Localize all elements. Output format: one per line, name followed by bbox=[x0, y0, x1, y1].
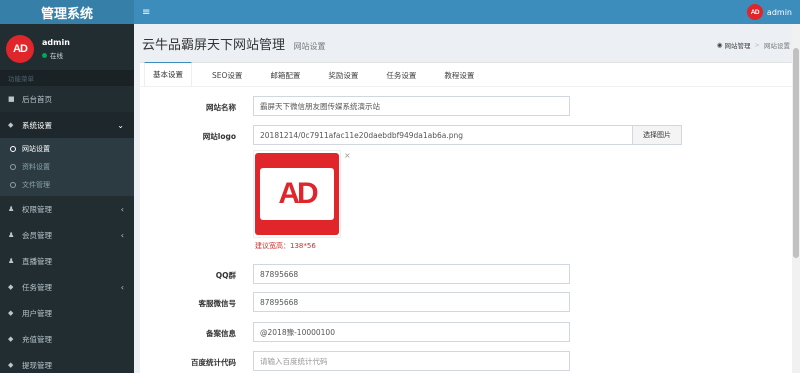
wechat-input[interactable]: 87895668 bbox=[253, 292, 570, 312]
sidebar-item-label: 直播管理 bbox=[22, 256, 52, 266]
dashboard-icon: ◆ bbox=[8, 335, 14, 343]
wechat-row: 客服微信号 87895668 bbox=[140, 292, 792, 314]
tab-rewards[interactable]: 奖励设置 bbox=[320, 63, 366, 87]
sidebar-item-home[interactable]: ■ 后台首页 bbox=[0, 86, 134, 112]
sidebar-subitem-profile-settings[interactable]: 资料设置 bbox=[0, 158, 134, 176]
scrollbar-thumb[interactable] bbox=[793, 48, 799, 258]
sidebar-item-system-settings[interactable]: ◆ 系统设置 ⌄ bbox=[0, 112, 134, 138]
menu-toggle-icon[interactable]: ≡ bbox=[142, 7, 150, 18]
site-name-input[interactable]: 霸屏天下微信朋友圈传媒系统演示站 bbox=[253, 96, 570, 116]
sidebar-subitem-site-settings[interactable]: 网站设置 bbox=[0, 140, 134, 158]
top-user-name: admin bbox=[766, 7, 792, 17]
user-status: 在线 bbox=[42, 50, 70, 60]
sidebar-item-label: 提现管理 bbox=[22, 360, 52, 370]
topbar: ≡ AD admin bbox=[134, 0, 800, 24]
online-dot-icon bbox=[42, 52, 47, 58]
page-scrollbar[interactable] bbox=[792, 24, 800, 373]
nav-section-label: 功能菜单 bbox=[0, 70, 134, 86]
sidebar-item-label: 任务管理 bbox=[22, 282, 52, 292]
sidebar-subitem-label: 文件管理 bbox=[22, 181, 50, 189]
sidebar-item-label: 后台首页 bbox=[22, 94, 52, 104]
sidebar-subitem-file-management[interactable]: 文件管理 bbox=[0, 176, 134, 194]
dashboard-icon: ◆ bbox=[8, 283, 14, 291]
user-status-text: 在线 bbox=[50, 52, 63, 60]
breadcrumb-item[interactable]: 网站管理 bbox=[725, 40, 751, 50]
sidebar-item-label: 充值管理 bbox=[22, 334, 52, 344]
chevron-left-icon: ‹ bbox=[120, 282, 124, 292]
tab-seo[interactable]: SEO设置 bbox=[204, 63, 250, 87]
baidu-row: 百度统计代码 请输入百度统计代码 bbox=[140, 351, 792, 373]
baidu-stats-input[interactable]: 请输入百度统计代码 bbox=[253, 351, 570, 371]
logo-path-input[interactable]: 20181214/0c7911afac11e20daebdbf949da1ab6… bbox=[253, 125, 633, 145]
breadcrumb: ◉ 网站管理 > 网站设置 bbox=[717, 40, 790, 50]
users-icon: ♟ bbox=[8, 257, 15, 265]
tab-tutorial[interactable]: 教程设置 bbox=[436, 63, 482, 87]
logo-size-hint: 建议宽高：138*56 bbox=[255, 242, 316, 250]
sidebar-item-withdraw[interactable]: ◆ 提现管理 bbox=[0, 352, 134, 373]
dashboard-icon: ◉ bbox=[716, 41, 725, 49]
tab-basic[interactable]: 基本设置 bbox=[144, 62, 192, 86]
baidu-label: 百度统计代码 bbox=[191, 358, 236, 367]
qq-label: QQ群 bbox=[215, 271, 236, 280]
avatar: AD bbox=[746, 4, 763, 20]
site-name-row: 网站名称 霸屏天下微信朋友圈传媒系统演示站 bbox=[140, 96, 792, 118]
page-title: 云牛品霸屏天下网站管理 bbox=[142, 38, 286, 53]
user-name: admin bbox=[42, 38, 70, 47]
sidebar: 管理系统 AD admin 在线 功能菜单 ■ 后台首页 ◆ 系统设置 ⌄ 网站… bbox=[0, 0, 134, 373]
remove-image-icon[interactable]: × bbox=[344, 151, 351, 160]
sidebar-item-label: 会员管理 bbox=[22, 230, 52, 240]
icp-input[interactable]: @2018豫-10000100 bbox=[253, 322, 570, 342]
logo-row: 网站logo 20181214/0c7911afac11e20daebdbf94… bbox=[140, 125, 792, 147]
logo-preview-image: AD bbox=[255, 153, 339, 235]
circle-icon bbox=[10, 164, 16, 170]
chevron-left-icon: ‹ bbox=[120, 230, 124, 240]
app-logo[interactable]: 管理系统 bbox=[0, 0, 134, 24]
tab-tasks[interactable]: 任务设置 bbox=[378, 63, 424, 87]
icp-label: 备案信息 bbox=[206, 329, 236, 338]
qq-input[interactable]: 87895668 bbox=[253, 264, 570, 284]
dashboard-icon: ◆ bbox=[8, 361, 14, 369]
wechat-label: 客服微信号 bbox=[198, 299, 237, 308]
sidebar-item-label: 权限管理 bbox=[22, 204, 52, 214]
tab-email[interactable]: 邮箱配置 bbox=[262, 63, 308, 87]
user-panel: AD admin 在线 bbox=[0, 30, 134, 68]
settings-tabs: 基本设置 SEO设置 邮箱配置 奖励设置 任务设置 教程设置 bbox=[140, 62, 792, 87]
sidebar-subitem-label: 网站设置 bbox=[22, 145, 50, 153]
sidebar-subitem-label: 资料设置 bbox=[22, 163, 50, 171]
settings-box: 基本设置 SEO设置 邮箱配置 奖励设置 任务设置 教程设置 网站名称 霸屏天下… bbox=[140, 62, 792, 373]
system-settings-submenu: 网站设置 资料设置 文件管理 bbox=[0, 138, 134, 196]
sidebar-item-users[interactable]: ◆ 用户管理 bbox=[0, 300, 134, 326]
sidebar-item-members[interactable]: ♟ 会员管理 ‹ bbox=[0, 222, 134, 248]
chevron-left-icon: ‹ bbox=[120, 204, 124, 214]
avatar: AD bbox=[6, 35, 34, 63]
breadcrumb-separator: > bbox=[754, 41, 760, 49]
top-user-menu[interactable]: AD admin bbox=[746, 4, 792, 20]
home-icon: ■ bbox=[8, 95, 15, 103]
sidebar-item-label: 用户管理 bbox=[22, 308, 52, 318]
dashboard-icon: ◆ bbox=[8, 309, 14, 317]
sidebar-item-recharge[interactable]: ◆ 充值管理 bbox=[0, 326, 134, 352]
users-icon: ♟ bbox=[8, 231, 15, 239]
users-icon: ♟ bbox=[8, 205, 15, 213]
page-subtitle: 网站设置 bbox=[293, 42, 326, 51]
sidebar-item-live[interactable]: ♟ 直播管理 bbox=[0, 248, 134, 274]
icp-row: 备案信息 @2018豫-10000100 bbox=[140, 322, 792, 344]
content-header: 云牛品霸屏天下网站管理 网站设置 ◉ 网站管理 > 网站设置 bbox=[134, 24, 800, 64]
logo-preview-text: AD bbox=[260, 168, 334, 220]
sidebar-item-label: 系统设置 bbox=[22, 120, 52, 130]
sidebar-item-tasks[interactable]: ◆ 任务管理 ‹ bbox=[0, 274, 134, 300]
choose-image-button[interactable]: 选择图片 bbox=[632, 125, 682, 145]
site-name-label: 网站名称 bbox=[206, 103, 236, 112]
circle-icon bbox=[10, 182, 16, 188]
breadcrumb-item: 网站设置 bbox=[764, 42, 790, 50]
dashboard-icon: ◆ bbox=[8, 121, 14, 129]
qq-row: QQ群 87895668 bbox=[140, 264, 792, 286]
logo-label: 网站logo bbox=[202, 132, 236, 141]
sidebar-item-permissions[interactable]: ♟ 权限管理 ‹ bbox=[0, 196, 134, 222]
circle-icon bbox=[10, 146, 16, 152]
chevron-down-icon: ⌄ bbox=[117, 120, 124, 130]
